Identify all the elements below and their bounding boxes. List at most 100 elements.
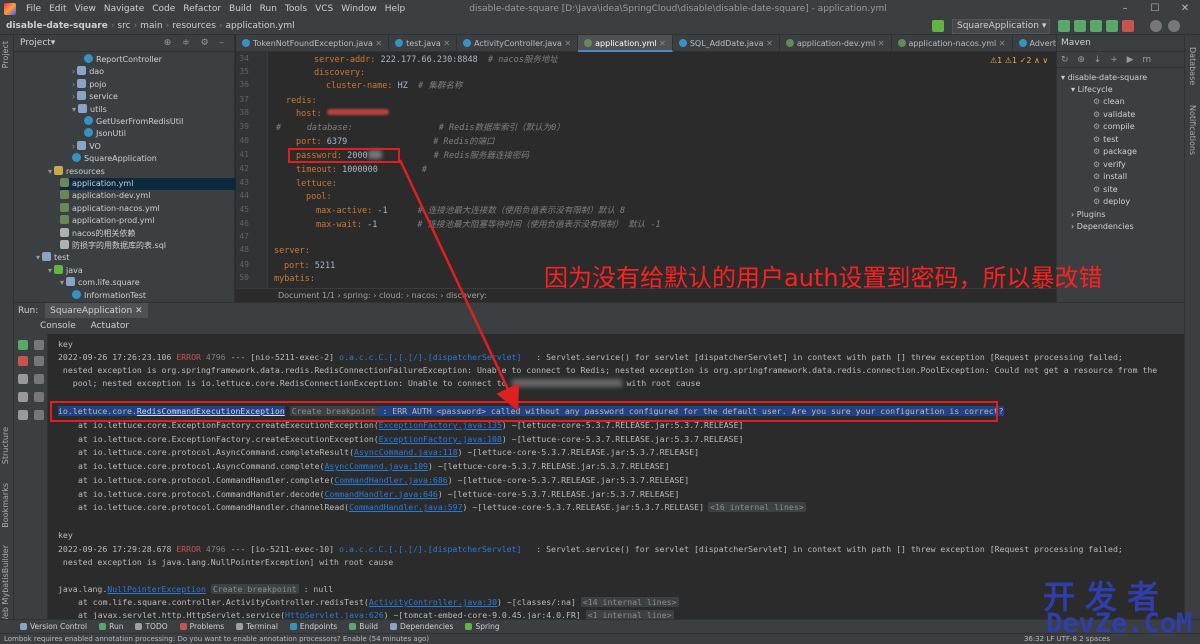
bottom-tab[interactable]: Dependencies <box>390 622 453 631</box>
close-tab-icon[interactable]: ✕ <box>996 39 1006 48</box>
source-link[interactable]: CommandHandler.java:686 <box>334 475 447 485</box>
close-tab-icon[interactable]: ✕ <box>764 39 773 48</box>
menu-tools[interactable]: Tools <box>281 4 311 14</box>
actuator-tab[interactable]: Actuator <box>85 318 135 334</box>
tree-item[interactable]: ReportController <box>84 54 162 66</box>
maven-lifecycle[interactable]: ▾ Lifecycle <box>1071 84 1113 96</box>
tree-item[interactable]: JsonUtil <box>84 128 126 140</box>
print-icon[interactable] <box>34 392 44 402</box>
run-config-selector[interactable]: SquareApplication ▾ <box>952 19 1050 34</box>
close-tab-icon[interactable]: ✕ <box>373 39 382 48</box>
maven-goal[interactable]: ⚙ deploy <box>1093 196 1130 208</box>
settings-icon[interactable] <box>1168 20 1180 32</box>
code-editor[interactable]: server-addr: 222.177.66.230:8848 # nacos… <box>268 52 1056 288</box>
source-link[interactable]: CommandHandler.java:597 <box>349 502 462 512</box>
notifications-tool-tab[interactable]: Notifications <box>1188 105 1197 155</box>
bottom-tab[interactable]: Endpoints <box>289 622 337 631</box>
tree-item[interactable]: › dao <box>72 66 104 78</box>
tree-item[interactable]: GetUserFromRedisUtil <box>84 116 183 128</box>
editor-tab[interactable]: application-nacos.yml ✕ <box>892 35 1013 52</box>
tree-item[interactable]: ▾ com.life.square <box>60 277 140 289</box>
project-panel-title[interactable]: Project <box>20 38 51 48</box>
run-icon[interactable] <box>1058 20 1070 32</box>
breadcrumb-project[interactable]: disable-date-square <box>0 21 111 31</box>
tree-item[interactable]: › service <box>72 91 118 103</box>
stop-icon[interactable] <box>18 356 28 366</box>
bottom-tab[interactable]: TODO <box>135 622 168 631</box>
menu-file[interactable]: File <box>22 4 45 14</box>
menu-help[interactable]: Help <box>381 4 410 14</box>
menu-build[interactable]: Build <box>225 4 256 14</box>
maven-goal[interactable]: ⚙ clean <box>1093 96 1125 108</box>
source-link[interactable]: AsyncCommand.java:109 <box>324 461 428 471</box>
exit-icon[interactable] <box>18 392 28 402</box>
maven-goal[interactable]: ⚙ install <box>1093 171 1127 183</box>
scroll-down-icon[interactable] <box>34 356 44 366</box>
editor-tab[interactable]: application-dev.yml ✕ <box>780 35 892 52</box>
profile-icon[interactable] <box>1106 20 1118 32</box>
maven-goal[interactable]: ⚙ verify <box>1093 159 1126 171</box>
close-tab-icon[interactable]: ✕ <box>562 39 571 48</box>
rerun-icon[interactable] <box>18 340 28 350</box>
editor-tab[interactable]: ActivityController.java ✕ <box>457 35 579 52</box>
maven-goal[interactable]: ⚙ validate <box>1093 109 1135 121</box>
maven-goal[interactable]: ⚙ package <box>1093 146 1137 158</box>
create-breakpoint-button-2[interactable]: Create breakpoint <box>210 584 299 594</box>
maven-goal[interactable]: ⚙ compile <box>1093 121 1135 133</box>
menu-vcs[interactable]: VCS <box>311 4 337 14</box>
source-link[interactable]: AsyncCommand.java:118 <box>354 447 458 457</box>
tree-item[interactable]: nacos的相关依赖 <box>60 227 135 240</box>
bottom-tab[interactable]: Build <box>349 622 378 631</box>
inspection-widget[interactable]: ⚠1 ⚠1 ✓2 ∧ ∨ <box>990 56 1048 65</box>
search-icon[interactable] <box>1150 20 1162 32</box>
tree-item[interactable]: application-prod.yml <box>60 215 154 227</box>
status-message[interactable]: Lombok requires enabled annotation proce… <box>4 635 429 643</box>
breadcrumb-resources[interactable]: resources <box>169 21 219 31</box>
console-output[interactable]: key 2022-09-26 17:26:23.106 ERROR 4796 -… <box>48 334 1184 619</box>
npe-class-link[interactable]: NullPointerException <box>107 584 206 594</box>
maximize-icon[interactable]: ☐ <box>1140 0 1170 18</box>
bottom-tab[interactable]: Spring <box>465 622 500 631</box>
tree-item[interactable]: application-nacos.yml <box>60 202 160 215</box>
tree-item[interactable]: application.yml <box>60 178 260 190</box>
breadcrumb-main[interactable]: main <box>137 21 166 31</box>
tree-item[interactable]: ▾ java <box>48 264 83 277</box>
maven-goal[interactable]: ⚙ test <box>1093 134 1119 146</box>
menu-view[interactable]: View <box>71 4 100 14</box>
bottom-tab[interactable]: Version Control <box>20 622 87 631</box>
camera-icon[interactable] <box>18 374 28 384</box>
maven-goal[interactable]: ⚙ site <box>1093 184 1118 196</box>
tree-item[interactable]: 防损字的用数据库的表.sql <box>60 240 166 252</box>
minimize-icon[interactable]: – <box>1110 0 1140 18</box>
breadcrumb-file[interactable]: application.yml <box>223 21 298 31</box>
close-tab-icon[interactable]: ✕ <box>657 39 666 48</box>
source-link[interactable]: ExceptionFactory.java:108 <box>379 434 502 444</box>
close-tab-icon[interactable]: ✕ <box>441 39 450 48</box>
menu-edit[interactable]: Edit <box>45 4 70 14</box>
scroll-up-icon[interactable] <box>34 340 44 350</box>
tree-item[interactable]: InformationTest <box>72 289 146 302</box>
bottom-tab[interactable]: Problems <box>179 622 224 631</box>
maven-dependencies[interactable]: › Dependencies <box>1071 221 1134 233</box>
menu-code[interactable]: Code <box>148 4 179 14</box>
database-tool-tab[interactable]: Database <box>1188 47 1197 85</box>
project-panel-tools-icon[interactable]: ⊕ ≑ ⚙ – <box>164 38 228 48</box>
breadcrumb-src[interactable]: src <box>114 21 133 31</box>
stop-icon[interactable] <box>1122 20 1134 32</box>
close-tab-icon[interactable]: ✕ <box>875 39 885 48</box>
menu-window[interactable]: Window <box>337 4 381 14</box>
internal-lines-chip[interactable]: <16 internal lines> <box>708 502 806 513</box>
bottom-tab[interactable]: Terminal <box>236 622 278 631</box>
editor-tab[interactable]: test.java ✕ <box>389 35 458 52</box>
coverage-icon[interactable] <box>1090 20 1102 32</box>
close-icon[interactable]: ✕ <box>1170 0 1200 18</box>
editor-tab[interactable]: SQL_AddDate.java ✕ <box>673 35 780 52</box>
structure-tool-tab[interactable]: Structure <box>1 427 10 464</box>
trash-icon[interactable] <box>34 410 44 420</box>
pin-icon[interactable] <box>18 410 28 420</box>
editor-tab[interactable]: application.yml ✕ <box>578 35 673 52</box>
project-tool-tab[interactable]: Project <box>1 41 10 68</box>
soft-wrap-icon[interactable] <box>34 374 44 384</box>
tree-item[interactable]: SquareApplication <box>72 153 157 165</box>
bottom-tab[interactable]: Run <box>99 622 123 631</box>
